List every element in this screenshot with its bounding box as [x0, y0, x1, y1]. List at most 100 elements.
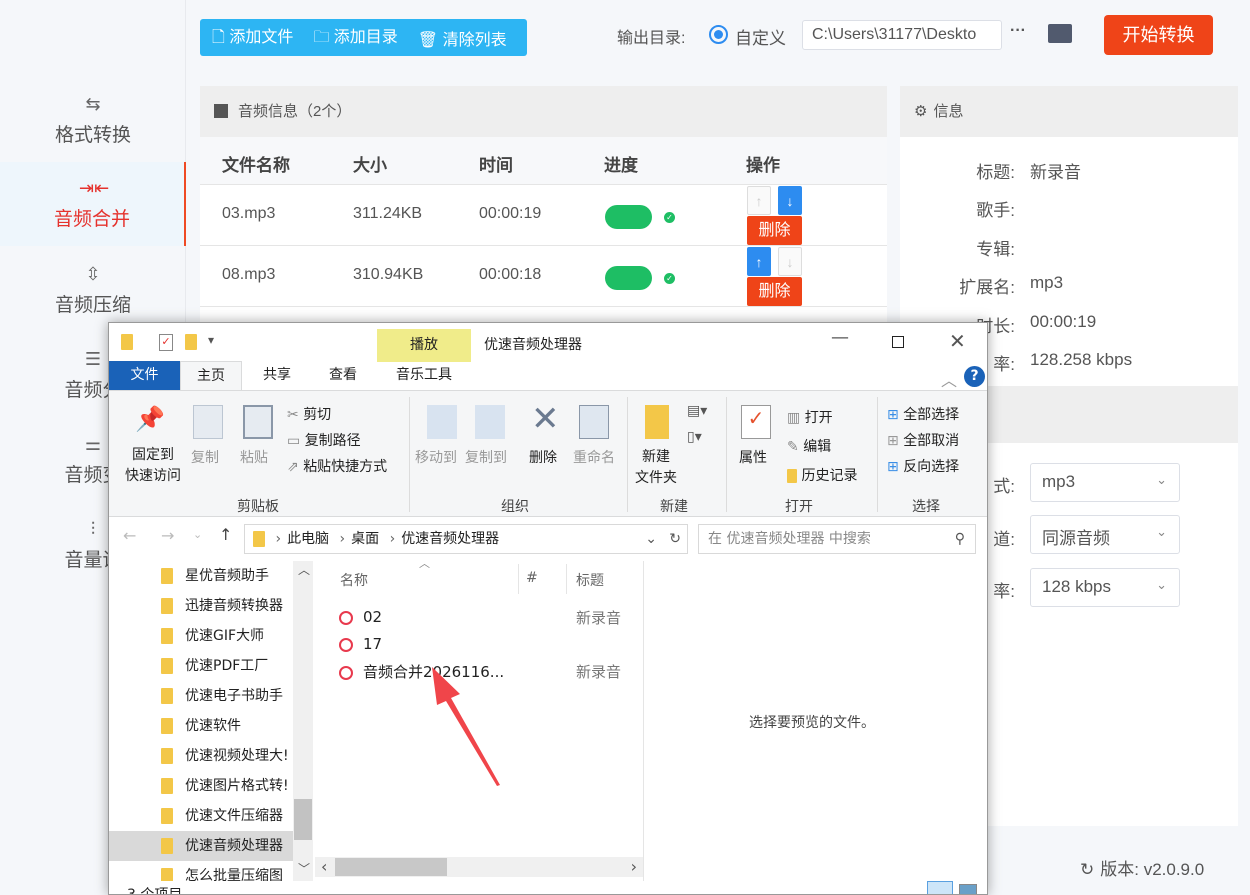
add-dir-button[interactable]: 🗀 添加目录	[313, 23, 397, 53]
bitrate-select[interactable]: 128 kbps ⌄	[1030, 568, 1180, 607]
tab-music-tools[interactable]: 音乐工具	[377, 361, 471, 390]
open-button[interactable]: ▥ 打开	[787, 407, 833, 427]
tab-home[interactable]: 主页	[180, 361, 242, 391]
compress-icon: ⇳	[85, 264, 101, 284]
address-bar[interactable]: › 此电脑 › 桌面 › 优速音频处理器 ⌄ ↻	[244, 524, 688, 554]
start-convert-button[interactable]: 开始转换	[1104, 15, 1213, 55]
properties-icon[interactable]: ✓	[159, 334, 173, 351]
cut-button[interactable]: ✂ 剪切	[287, 404, 331, 424]
progress-bar	[605, 205, 652, 229]
paste-button[interactable]: 粘贴	[240, 447, 268, 467]
nav-folder[interactable]: 星优音频助手	[109, 561, 293, 591]
delete-button[interactable]: 删除	[747, 277, 802, 306]
output-dir-label: 输出目录:	[617, 30, 686, 47]
file-button-group: 🗋 添加文件 🗀 添加目录 🗑 清除列表	[200, 19, 527, 56]
clear-list-button[interactable]: 🗑 清除列表	[418, 26, 507, 50]
move-up-button[interactable]: ↑	[747, 186, 771, 215]
move-to-icon	[427, 405, 457, 439]
nav-folder[interactable]: 怎么批量压缩图	[109, 861, 293, 881]
group-new: 新建	[660, 499, 688, 515]
history-button[interactable]: 历史记录	[787, 465, 857, 485]
table-row[interactable]: 03.mp3 311.24KB 00:00:19 ✓ ↑ ↓ 删除	[200, 185, 887, 246]
new-folder-icon	[645, 405, 669, 439]
table-header: 文件名称 大小 时间 进度 操作	[200, 137, 887, 185]
move-down-button[interactable]: ↓	[778, 186, 802, 215]
move-down-button[interactable]: ↓	[778, 247, 802, 276]
file-item[interactable]: 02 新录音	[339, 607, 639, 627]
more-button[interactable]: ···	[1010, 22, 1026, 40]
radio-custom[interactable]	[709, 25, 728, 44]
rename-button[interactable]: 重命名	[573, 447, 615, 467]
delete-button[interactable]: 删除	[529, 447, 557, 467]
sidebar-item-audio-merge[interactable]: ⇥⇤ 音频合并	[0, 162, 186, 246]
rename-icon	[579, 405, 609, 439]
nav-folder-selected[interactable]: 优速音频处理器	[109, 831, 293, 861]
up-button[interactable]: ↑	[219, 525, 232, 544]
easy-access-icon[interactable]: ▯▾	[687, 429, 702, 445]
move-up-button[interactable]: ↑	[747, 247, 771, 276]
nav-folder[interactable]: 优速图片格式转!	[109, 771, 293, 801]
refresh-icon: ↻	[669, 531, 681, 547]
refresh-icon[interactable]: ↻	[1080, 860, 1094, 879]
new-folder-button[interactable]: 新建 文件夹	[635, 447, 677, 489]
audio-file-icon	[339, 610, 353, 625]
nav-folder[interactable]: 优速视频处理大!	[109, 741, 293, 771]
horizontal-scrollbar[interactable]: ‹ ›	[315, 857, 643, 877]
nav-folder[interactable]: 迅捷音频转换器	[109, 591, 293, 621]
minimize-button[interactable]: —	[831, 327, 849, 348]
recent-dropdown[interactable]: ⌄	[193, 528, 202, 541]
close-button[interactable]: ✕	[949, 329, 966, 353]
nav-folder[interactable]: 优速电子书助手	[109, 681, 293, 711]
invert-selection-button[interactable]: ⊞ 反向选择	[887, 456, 959, 476]
sort-ascending-icon: ︿	[419, 557, 430, 570]
column-title[interactable]: 标题	[576, 570, 604, 590]
folder-icon[interactable]	[1048, 24, 1072, 43]
nav-scrollbar[interactable]: ︿ ﹀	[293, 561, 313, 881]
nav-folder[interactable]: 优速GIF大师	[109, 621, 293, 651]
check-icon: ✓	[664, 273, 675, 284]
properties-button[interactable]: 属性	[739, 447, 767, 467]
file-item[interactable]: 17	[339, 634, 639, 653]
search-input[interactable]: 在 优速音频处理器 中搜索 ⚲	[698, 524, 976, 554]
add-file-button[interactable]: 🗋 添加文件	[212, 23, 293, 53]
format-select[interactable]: mp3 ⌄	[1030, 463, 1180, 502]
back-button[interactable]: ←	[123, 526, 136, 545]
help-icon[interactable]: ?	[964, 366, 985, 387]
large-icons-view-button[interactable]	[959, 884, 977, 894]
context-tab-play[interactable]: 播放	[377, 329, 471, 362]
move-to-button[interactable]: 移动到	[415, 447, 457, 467]
column-number[interactable]: #	[526, 570, 538, 586]
maximize-button[interactable]	[892, 336, 904, 348]
new-item-icon[interactable]: ▤▾	[687, 403, 707, 419]
file-item[interactable]: 音频合并2026116... 新录音	[339, 661, 639, 682]
copy-icon	[193, 405, 223, 439]
select-all-button[interactable]: ⊞ 全部选择	[887, 404, 959, 424]
output-path-input[interactable]: C:\Users\31177\Deskto	[802, 20, 1002, 50]
delete-button[interactable]: 删除	[747, 216, 802, 245]
sidebar-item-format-convert[interactable]: ⇆ 格式转换	[0, 78, 186, 162]
table-row[interactable]: 08.mp3 310.94KB 00:00:18 ✓ ↑ ↓ 删除	[200, 246, 887, 307]
pin-quick-access-button[interactable]: 固定到 快速访问	[125, 445, 181, 487]
address-dropdown-icon: ⌄	[645, 531, 657, 547]
channel-select[interactable]: 同源音频 ⌄	[1030, 515, 1180, 554]
edit-button[interactable]: ✎ 编辑	[787, 436, 831, 456]
sidebar-item-audio-compress[interactable]: ⇳ 音频压缩	[0, 248, 186, 332]
nav-folder[interactable]: 优速PDF工厂	[109, 651, 293, 681]
details-view-button[interactable]	[927, 881, 953, 894]
copy-path-button[interactable]: ▭ 复制路径	[287, 430, 361, 450]
tab-view[interactable]: 查看	[312, 361, 374, 390]
preview-pane-text: 选择要预览的文件。	[749, 715, 875, 731]
nav-folder[interactable]: 优速软件	[109, 711, 293, 741]
tab-file[interactable]: 文件	[109, 361, 180, 390]
paste-shortcut-button[interactable]: ⇗ 粘贴快捷方式	[287, 456, 387, 476]
quick-access-dropdown[interactable]: ▾	[208, 333, 214, 347]
select-none-button[interactable]: ⊞ 全部取消	[887, 430, 959, 450]
forward-button[interactable]: →	[161, 526, 174, 545]
new-folder-icon[interactable]	[185, 334, 197, 350]
copy-to-button[interactable]: 复制到	[465, 447, 507, 467]
collapse-ribbon-icon[interactable]: ︿	[941, 367, 957, 391]
copy-button[interactable]: 复制	[191, 447, 219, 467]
column-name[interactable]: 名称	[340, 570, 368, 590]
tab-share[interactable]: 共享	[242, 361, 312, 390]
nav-folder[interactable]: 优速文件压缩器	[109, 801, 293, 831]
